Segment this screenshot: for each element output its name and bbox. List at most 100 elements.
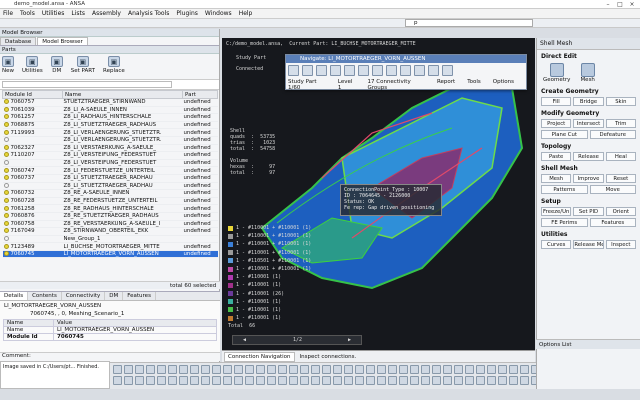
table-row[interactable]: New_Group_1 <box>2 235 218 244</box>
toolbar-tool-icon[interactable] <box>179 376 188 385</box>
project-button[interactable]: Project <box>541 119 572 128</box>
set-pid-button[interactable]: Set PID <box>573 207 604 216</box>
mesh-button[interactable]: Mesh <box>541 174 572 183</box>
tab-dm[interactable]: DM <box>105 292 124 300</box>
toolbar-tool-icon[interactable] <box>520 376 529 385</box>
prev-icon[interactable] <box>302 65 313 76</box>
toolbar-tool-icon[interactable] <box>366 376 375 385</box>
camera-icon[interactable] <box>358 65 369 76</box>
minimize-icon[interactable]: – <box>602 0 614 9</box>
tab-model-browser[interactable]: Model Browser <box>37 37 88 45</box>
set-part-button[interactable]: ▣ Set PART <box>71 56 95 77</box>
menu-item-file[interactable]: File <box>3 10 13 17</box>
navigate-label[interactable]: Study Part 1/60 <box>288 79 326 91</box>
toolbar-tool-icon[interactable] <box>190 376 199 385</box>
connection-list-item[interactable]: 1 - #110501 + #110001 (1) <box>228 257 311 265</box>
prop-value[interactable]: 7060745 <box>53 333 217 341</box>
visibility-bulb-icon[interactable] <box>3 235 9 241</box>
table-row[interactable]: Z8_LI_STUETZTRAEGER_RADHAU undefined <box>2 182 218 191</box>
toolbar-tool-icon[interactable] <box>432 365 441 374</box>
comment-label[interactable]: Comment: <box>0 352 220 361</box>
toolbar-tool-icon[interactable] <box>289 376 298 385</box>
toolbar-tool-icon[interactable] <box>267 376 276 385</box>
list-icon[interactable] <box>344 65 355 76</box>
freeze-un-button[interactable]: Freeze/Un <box>541 207 572 216</box>
toolbar-tool-icon[interactable] <box>487 376 496 385</box>
toolbar-tool-icon[interactable] <box>124 376 133 385</box>
plus-icon[interactable] <box>414 65 425 76</box>
toolbar-tool-icon[interactable] <box>168 376 177 385</box>
visibility-bulb-icon[interactable] <box>3 167 9 173</box>
table-row[interactable]: 7062327 Z8_LI_VERSTAERKUNG_A-SAEULE_ undef… <box>2 144 218 153</box>
col-module-id[interactable]: Module Id <box>2 90 63 99</box>
filter-input[interactable] <box>2 81 172 88</box>
visibility-bulb-icon[interactable] <box>3 220 9 226</box>
toolbar-tool-icon[interactable] <box>421 365 430 374</box>
move-button[interactable]: Move <box>589 185 636 194</box>
skin-button[interactable]: Skin <box>605 97 636 106</box>
table-row[interactable]: 7060757 STUETZTRAEGER_STIRNWAND undefined <box>2 98 218 107</box>
navigate-label[interactable]: Level 1 <box>338 79 356 91</box>
toolbar-tool-icon[interactable] <box>300 376 309 385</box>
next-arrow-icon[interactable]: ▶ <box>348 337 351 343</box>
visibility-bulb-icon[interactable] <box>3 213 9 219</box>
toolbar-tool-icon[interactable] <box>278 365 287 374</box>
menu-item-help[interactable]: Help <box>239 10 253 17</box>
toolbar-tool-icon[interactable] <box>399 365 408 374</box>
toolbar-tool-icon[interactable] <box>443 376 452 385</box>
toolbar-tool-icon[interactable] <box>234 365 243 374</box>
visibility-bulb-icon[interactable] <box>3 144 9 150</box>
toolbar-tool-icon[interactable] <box>421 376 430 385</box>
table-row[interactable]: 7068875 Z8_LI_STUETZTRAEGER_RADHAUS undefi… <box>2 121 218 130</box>
toolbar-tool-icon[interactable] <box>366 365 375 374</box>
toolbar-tool-icon[interactable] <box>179 365 188 374</box>
toolbar-tool-icon[interactable] <box>520 365 529 374</box>
toolbar-tool-icon[interactable] <box>454 376 463 385</box>
toolbar-tool-icon[interactable] <box>135 376 144 385</box>
visibility-bulb-icon[interactable] <box>3 129 9 135</box>
toolbar-tool-icon[interactable] <box>146 376 155 385</box>
toolbar-tool-icon[interactable] <box>146 365 155 374</box>
visibility-bulb-icon[interactable] <box>3 251 9 257</box>
toolbar-tool-icon[interactable] <box>333 365 342 374</box>
fe-perims-button[interactable]: FE Perims <box>541 218 588 227</box>
toolbar-tool-icon[interactable] <box>344 376 353 385</box>
toolbar-tool-icon[interactable] <box>454 365 463 374</box>
toolbar-tool-icon[interactable] <box>476 376 485 385</box>
dm-button[interactable]: ▣ DM <box>50 56 63 77</box>
close-icon[interactable]: × <box>626 0 638 9</box>
toolbar-tool-icon[interactable] <box>377 365 386 374</box>
improve-button[interactable]: Improve <box>573 174 604 183</box>
toolbar-tool-icon[interactable] <box>157 376 166 385</box>
connection-list-item[interactable]: 1 - #110001 + #110001 (1) <box>228 249 311 257</box>
toolbar-tool-icon[interactable] <box>245 376 254 385</box>
next-icon[interactable] <box>330 65 341 76</box>
toolbar-tool-icon[interactable] <box>256 365 265 374</box>
connection-list-item[interactable]: 1 - #110001 + #110001 (1) <box>228 240 311 248</box>
toolbar-tool-icon[interactable] <box>190 365 199 374</box>
menu-item-plugins[interactable]: Plugins <box>176 10 198 17</box>
release-me--button[interactable]: Release Me. <box>573 240 604 249</box>
geometry-button[interactable]: Geometry <box>543 63 570 83</box>
toolbar-tool-icon[interactable] <box>124 365 133 374</box>
visibility-bulb-icon[interactable] <box>3 160 9 166</box>
visibility-bulb-icon[interactable] <box>3 137 9 143</box>
toolbar-tool-icon[interactable] <box>322 365 331 374</box>
toolbar-tool-icon[interactable] <box>355 376 364 385</box>
utilities-button[interactable]: ▣ Utilities <box>22 56 43 77</box>
reset-button[interactable]: Reset <box>605 174 636 183</box>
toolbar-tool-icon[interactable] <box>245 365 254 374</box>
table-row[interactable]: 7061257 Z8_LI_RADHAUS_HINTERSCHALE undefin… <box>2 113 218 122</box>
table-row[interactable]: 7123489 LI_BUCHSE_MOTORTRAEGER_MITTE undef… <box>2 242 218 251</box>
toolbar-tool-icon[interactable] <box>300 365 309 374</box>
tab-features[interactable]: Features <box>123 292 156 300</box>
release-button[interactable]: Release <box>573 152 604 161</box>
menu-item-analysis-tools[interactable]: Analysis Tools <box>128 10 169 17</box>
bridge-button[interactable]: Bridge <box>573 97 604 106</box>
table-row[interactable]: 7060758 Z8_RE_VERSTAERKUNG_A-SAEULE_I unde… <box>2 220 218 229</box>
tab-connection-navigation[interactable]: Connection Navigation <box>224 351 295 362</box>
toolbar-tool-icon[interactable] <box>333 376 342 385</box>
toolbar-tool-icon[interactable] <box>267 365 276 374</box>
toolbar-tool-icon[interactable] <box>388 376 397 385</box>
toolbar-tool-icon[interactable] <box>399 376 408 385</box>
